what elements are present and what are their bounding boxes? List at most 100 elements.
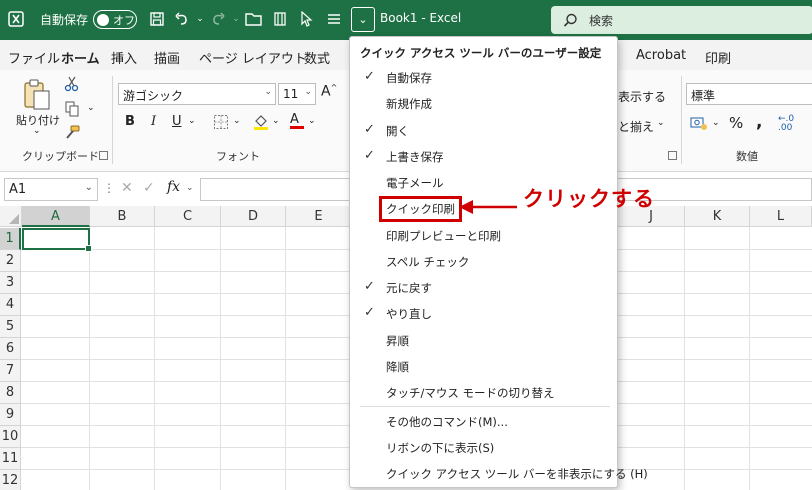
percent-style-button[interactable]: %	[729, 114, 743, 132]
italic-icon[interactable]: I	[151, 114, 156, 129]
column-header-k[interactable]: K	[685, 206, 750, 227]
paste-icon[interactable]	[22, 78, 52, 115]
row-header-8[interactable]: 8	[0, 382, 21, 404]
row-header-3[interactable]: 3	[0, 272, 21, 294]
undo-dropdown-icon[interactable]: ⌄	[190, 9, 210, 29]
grow-font-icon[interactable]: A^	[321, 83, 337, 100]
select-all-corner[interactable]	[0, 206, 22, 227]
underline-dropdown-icon[interactable]: ⌄	[188, 116, 196, 126]
borders-icon[interactable]	[213, 114, 229, 133]
touch-mode-icon[interactable]	[270, 9, 290, 29]
menu-item-label: 降順	[386, 360, 409, 374]
menu-item-label: 電子メール	[386, 176, 444, 190]
tab-print[interactable]: 印刷	[705, 48, 731, 67]
menu-item-redo[interactable]: ✓ やり直し	[350, 300, 617, 326]
underline-icon[interactable]: U	[172, 114, 182, 129]
pointer-icon[interactable]	[296, 9, 316, 29]
column-header-c[interactable]: C	[155, 206, 221, 227]
row-header-4[interactable]: 4	[0, 294, 21, 316]
menu-item-spell-check[interactable]: スペル チェック	[350, 248, 617, 274]
menu-item-hide-qat[interactable]: クイック アクセス ツール バーを非表示にする (H)	[350, 460, 648, 486]
accounting-dropdown-icon[interactable]: ⌄	[712, 118, 720, 128]
function-dropdown-icon[interactable]: ⌄	[186, 183, 194, 193]
row-header-5[interactable]: 5	[0, 316, 21, 338]
row-header-6[interactable]: 6	[0, 338, 21, 360]
increase-decimal-icon[interactable]: ←.0.00	[778, 115, 794, 133]
confirm-entry-icon[interactable]: ✓	[143, 180, 155, 196]
autosave-toggle[interactable]: オフ	[93, 10, 137, 29]
search-box[interactable]: 検索	[551, 6, 812, 34]
copy-icon[interactable]	[64, 101, 80, 120]
font-group-label: フォント	[216, 150, 260, 163]
menu-item-save[interactable]: ✓ 上書き保存	[350, 143, 617, 169]
open-folder-icon[interactable]	[244, 9, 264, 29]
more-options-icon[interactable]: ⋮	[103, 181, 115, 195]
font-name-combo[interactable]: 游ゴシック ⌄	[118, 83, 276, 105]
wrap-text-label[interactable]: 表示する	[618, 88, 666, 105]
undo-icon[interactable]	[172, 9, 192, 29]
fill-color-icon[interactable]	[252, 113, 270, 134]
accounting-format-icon[interactable]	[690, 116, 708, 133]
group-divider	[112, 76, 113, 164]
row-header-2[interactable]: 2	[0, 250, 21, 272]
tab-insert[interactable]: 挿入	[111, 48, 137, 67]
checkmark-icon: ✓	[364, 305, 375, 320]
row-header-1[interactable]: 1	[0, 228, 21, 250]
column-header-a[interactable]: A	[22, 206, 90, 227]
merge-dropdown-icon[interactable]: ⌄	[657, 118, 665, 128]
tab-home[interactable]: ホーム	[61, 48, 100, 73]
row-header-10[interactable]: 10	[0, 426, 21, 448]
menu-item-open[interactable]: ✓ 開く	[350, 117, 617, 143]
tab-formulas[interactable]: 数式	[304, 48, 330, 67]
more-commands-icon[interactable]	[324, 9, 344, 29]
tab-acrobat[interactable]: Acrobat	[636, 48, 686, 63]
redo-icon[interactable]	[208, 9, 228, 29]
menu-item-touch-mouse-mode[interactable]: タッチ/マウス モードの切り替え	[350, 379, 617, 405]
grid-line	[89, 227, 90, 490]
menu-item-more-commands[interactable]: その他のコマンド(M)...	[350, 408, 617, 434]
menu-item-show-below-ribbon[interactable]: リボンの下に表示(S)	[350, 434, 617, 460]
menu-item-label: リボンの下に表示(S)	[386, 441, 495, 455]
toggle-state-label: オフ	[113, 14, 135, 27]
fill-color-dropdown-icon[interactable]: ⌄	[272, 116, 280, 126]
clipboard-launcher-icon[interactable]	[99, 151, 108, 160]
column-header-d[interactable]: D	[221, 206, 286, 227]
column-header-b[interactable]: B	[90, 206, 155, 227]
menu-item-print-preview[interactable]: 印刷プレビューと印刷	[350, 222, 617, 248]
tab-draw[interactable]: 描画	[154, 48, 180, 67]
insert-function-button[interactable]: fx	[167, 179, 180, 195]
column-header-l[interactable]: L	[750, 206, 812, 227]
format-painter-icon[interactable]	[63, 125, 81, 144]
bold-icon[interactable]: B	[125, 114, 135, 129]
tab-page-layout[interactable]: ページ レイアウト	[199, 48, 307, 67]
paste-dropdown-icon[interactable]: ⌄	[33, 126, 41, 136]
font-size-combo[interactable]: 11 ⌄	[278, 83, 316, 105]
row-header-7[interactable]: 7	[0, 360, 21, 382]
qat-customize-button[interactable]: ⌄	[351, 7, 375, 32]
row-header-12[interactable]: 12	[0, 470, 21, 490]
column-header-e[interactable]: E	[286, 206, 352, 227]
number-format-combo[interactable]: 標準	[686, 83, 812, 105]
menu-item-new[interactable]: 新規作成	[350, 90, 617, 116]
merge-center-label[interactable]: と揃え	[618, 118, 654, 135]
row-header-9[interactable]: 9	[0, 404, 21, 426]
active-cell-a1[interactable]	[22, 228, 92, 252]
copy-dropdown-icon[interactable]: ⌄	[87, 103, 95, 113]
font-color-dropdown-icon[interactable]: ⌄	[308, 116, 316, 126]
menu-item-sort-descending[interactable]: 降順	[350, 353, 617, 379]
menu-item-autosave[interactable]: ✓ 自動保存	[350, 64, 617, 90]
comma-style-icon[interactable]: ,	[756, 112, 762, 132]
save-icon[interactable]	[147, 9, 167, 29]
tab-file[interactable]: ファイル	[8, 48, 60, 67]
name-box[interactable]: A1 ⌄	[4, 178, 98, 201]
cancel-entry-icon[interactable]: ✕	[121, 180, 133, 196]
cut-icon[interactable]	[64, 76, 80, 95]
alignment-launcher-icon[interactable]	[668, 151, 677, 160]
borders-dropdown-icon[interactable]: ⌄	[233, 116, 241, 126]
menu-item-label: やり直し	[386, 307, 432, 321]
menu-item-sort-ascending[interactable]: 昇順	[350, 327, 617, 353]
row-header-11[interactable]: 11	[0, 448, 21, 470]
menu-item-undo[interactable]: ✓ 元に戻す	[350, 274, 617, 300]
redo-dropdown-icon[interactable]: ⌄	[226, 9, 246, 29]
font-color-icon[interactable]: A	[290, 112, 304, 129]
